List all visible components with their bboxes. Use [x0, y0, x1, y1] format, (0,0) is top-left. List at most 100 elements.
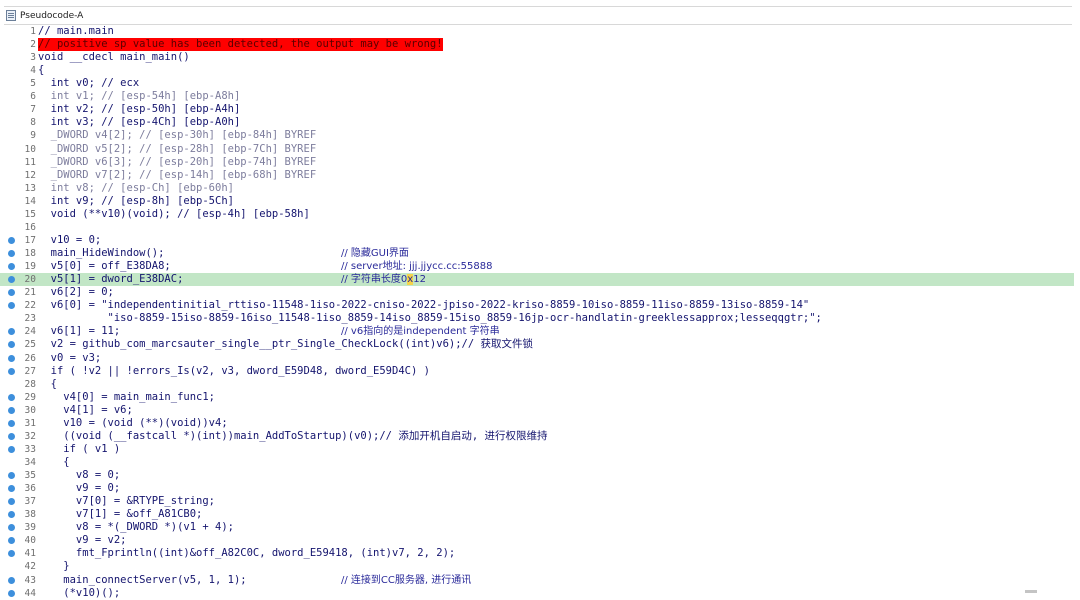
code-text: void (**v10)(void); // [esp-4h] [ebp-58h…: [38, 207, 310, 220]
code-line[interactable]: 26 v0 = v3;: [0, 352, 1074, 365]
code-line[interactable]: 31 v10 = (void (**)(void))v4;: [0, 417, 1074, 430]
code-line[interactable]: 30 v4[1] = v6;: [0, 404, 1074, 417]
line-number: 19: [24, 261, 36, 273]
code-line[interactable]: 39 v8 = *(_DWORD *)(v1 + 4);: [0, 521, 1074, 534]
code-line[interactable]: 3 void __cdecl main_main(): [0, 51, 1074, 64]
code-text: {: [38, 377, 57, 390]
code-text: v9 = 0;: [38, 482, 121, 495]
code-text: v6[1] = 11;: [38, 325, 121, 338]
code-text: v4[1] = v6;: [38, 403, 133, 416]
code-line[interactable]: 11 _DWORD v6[3]; // [esp-20h] [ebp-74h] …: [0, 156, 1074, 169]
code-line[interactable]: 29 v4[0] = main_main_func1;: [0, 391, 1074, 404]
code-line[interactable]: 1// main.main: [0, 25, 1074, 38]
code-comment: // 隐藏GUI界面: [341, 248, 409, 260]
code-line[interactable]: 8 int v3; // [esp-4Ch] [ebp-A0h]: [0, 116, 1074, 129]
code-line[interactable]: 22 v6[0] = "independentinitial_rttiso-11…: [0, 299, 1074, 312]
code-line[interactable]: 21 v6[2] = 0;: [0, 286, 1074, 299]
code-text: v6[0] = "independentinitial_rttiso-11548…: [38, 299, 810, 312]
code-text: v0 = v3;: [38, 351, 102, 364]
code-line[interactable]: 6 int v1; // [esp-54h] [ebp-A8h]: [0, 90, 1074, 103]
code-text: {: [38, 64, 45, 77]
text-cursor: x: [407, 274, 414, 286]
code-line[interactable]: 37 v7[0] = &RTYPE_string;: [0, 495, 1074, 508]
code-line[interactable]: 28 {: [0, 378, 1074, 391]
code-text: main_connectServer(v5, 1, 1);: [38, 573, 247, 586]
code-line[interactable]: 23 "iso-8859-15iso-8859-16iso_11548-1iso…: [0, 312, 1074, 325]
code-text: _DWORD v6[3]; // [esp-20h] [ebp-74h] BYR…: [38, 155, 317, 168]
line-number: 13: [24, 182, 36, 194]
line-number: 22: [24, 300, 36, 312]
code-line[interactable]: 34 {: [0, 456, 1074, 469]
line-number: 33: [24, 443, 36, 455]
code-line[interactable]: 20 v5[1] = dword_E38DAC; // 字符串长度0x12: [0, 273, 1074, 287]
line-number: 26: [24, 352, 36, 364]
code-text: v4[0] = main_main_func1;: [38, 390, 216, 403]
code-line[interactable]: 27 if ( !v2 || !errors_Is(v2, v3, dword_…: [0, 365, 1074, 378]
code-line[interactable]: 5 int v0; // ecx: [0, 77, 1074, 90]
line-number: 17: [24, 234, 36, 246]
line-number: 3: [30, 52, 36, 64]
code-text: if ( !v2 || !errors_Is(v2, v3, dword_E59…: [38, 364, 430, 377]
code-line[interactable]: 14 int v9; // [esp-8h] [ebp-5Ch]: [0, 195, 1074, 208]
pseudocode-editor[interactable]: 1// main.main 2// positive sp value has b…: [0, 24, 1080, 599]
code-line[interactable]: 40 v9 = v2;: [0, 534, 1074, 547]
tab-pseudocode-a[interactable]: Pseudocode-A: [6, 8, 83, 23]
code-line[interactable]: 2// positive sp value has been detected,…: [0, 38, 1074, 52]
code-line[interactable]: 43 main_connectServer(v5, 1, 1); // 连接到CC…: [0, 574, 1074, 587]
code-line[interactable]: 12 _DWORD v7[2]; // [esp-14h] [ebp-68h] …: [0, 169, 1074, 182]
code-comment: // 字符串长度0x12: [341, 274, 426, 286]
code-line[interactable]: 44 (*v10)();: [0, 587, 1074, 600]
code-line[interactable]: 7 int v2; // [esp-50h] [ebp-A4h]: [0, 103, 1074, 116]
code-line[interactable]: 4{: [0, 64, 1074, 77]
line-number: 20: [24, 274, 36, 286]
code-text: }: [38, 560, 70, 573]
code-line[interactable]: 19 v5[0] = off_E38DA8; // server地址: jjj.j…: [0, 260, 1074, 273]
line-number: 9: [30, 130, 36, 142]
code-line[interactable]: 24 v6[1] = 11; // v6指向的是independent 字符串: [0, 325, 1074, 338]
code-line[interactable]: 15 void (**v10)(void); // [esp-4h] [ebp-…: [0, 208, 1074, 221]
code-text: int v3; // [esp-4Ch] [ebp-A0h]: [38, 116, 241, 129]
line-number: 41: [24, 548, 36, 560]
code-text: v8 = 0;: [38, 469, 121, 482]
code-line[interactable]: 17 v10 = 0;: [0, 234, 1074, 247]
code-line[interactable]: 41 fmt_Fprintln((int)&off_A82C0C, dword_…: [0, 547, 1074, 560]
line-number: 32: [24, 430, 36, 442]
code-line[interactable]: 35 v8 = 0;: [0, 469, 1074, 482]
code-text: "iso-8859-15iso-8859-16iso_11548-1iso_88…: [38, 312, 822, 325]
horizontal-scrollbar[interactable]: [1025, 590, 1037, 593]
code-text: v5[1] = dword_E38DAC;: [38, 273, 184, 286]
code-text: _DWORD v5[2]; // [esp-28h] [ebp-7Ch] BYR…: [38, 142, 317, 155]
code-line[interactable]: 16: [0, 221, 1074, 234]
code-line[interactable]: 36 v9 = 0;: [0, 482, 1074, 495]
code-line[interactable]: 9 _DWORD v4[2]; // [esp-30h] [ebp-84h] B…: [0, 129, 1074, 142]
line-number: 42: [24, 561, 36, 573]
code-line[interactable]: 18 main_HideWindow(); // 隐藏GUI界面: [0, 247, 1074, 260]
code-line[interactable]: 42 }: [0, 560, 1074, 573]
code-line[interactable]: 33 if ( v1 ): [0, 443, 1074, 456]
code-text: void __cdecl main_main(): [38, 51, 190, 64]
line-number: 31: [24, 417, 36, 429]
line-number: 4: [30, 65, 36, 77]
line-number: 16: [24, 221, 36, 233]
line-number: 39: [24, 522, 36, 534]
code-line[interactable]: 25 v2 = github_com_marcsauter_single__pt…: [0, 338, 1074, 351]
code-line[interactable]: 32 ((void (__fastcall *)(int))main_AddTo…: [0, 430, 1074, 443]
code-line[interactable]: 38 v7[1] = &off_A81CB0;: [0, 508, 1074, 521]
line-number: 5: [30, 78, 36, 90]
line-number: 15: [24, 208, 36, 220]
line-number: 18: [24, 248, 36, 260]
code-line[interactable]: 10 _DWORD v5[2]; // [esp-28h] [ebp-7Ch] …: [0, 143, 1074, 156]
code-text: v7[1] = &off_A81CB0;: [38, 508, 203, 521]
code-line[interactable]: 13 int v8; // [esp-Ch] [ebp-60h]: [0, 182, 1074, 195]
code-comment: // v6指向的是independent 字符串: [341, 326, 500, 338]
code-text: _DWORD v7[2]; // [esp-14h] [ebp-68h] BYR…: [38, 168, 317, 181]
line-number: 34: [24, 456, 36, 468]
pseudocode-icon: [6, 10, 16, 21]
line-number: 6: [30, 91, 36, 103]
code-text: int v9; // [esp-8h] [ebp-5Ch]: [38, 194, 234, 207]
code-text: v10 = 0;: [38, 233, 102, 246]
line-number: 38: [24, 509, 36, 521]
tab-title: Pseudocode-A: [20, 10, 84, 21]
line-number: 2: [30, 39, 36, 51]
line-number: 11: [24, 156, 36, 168]
